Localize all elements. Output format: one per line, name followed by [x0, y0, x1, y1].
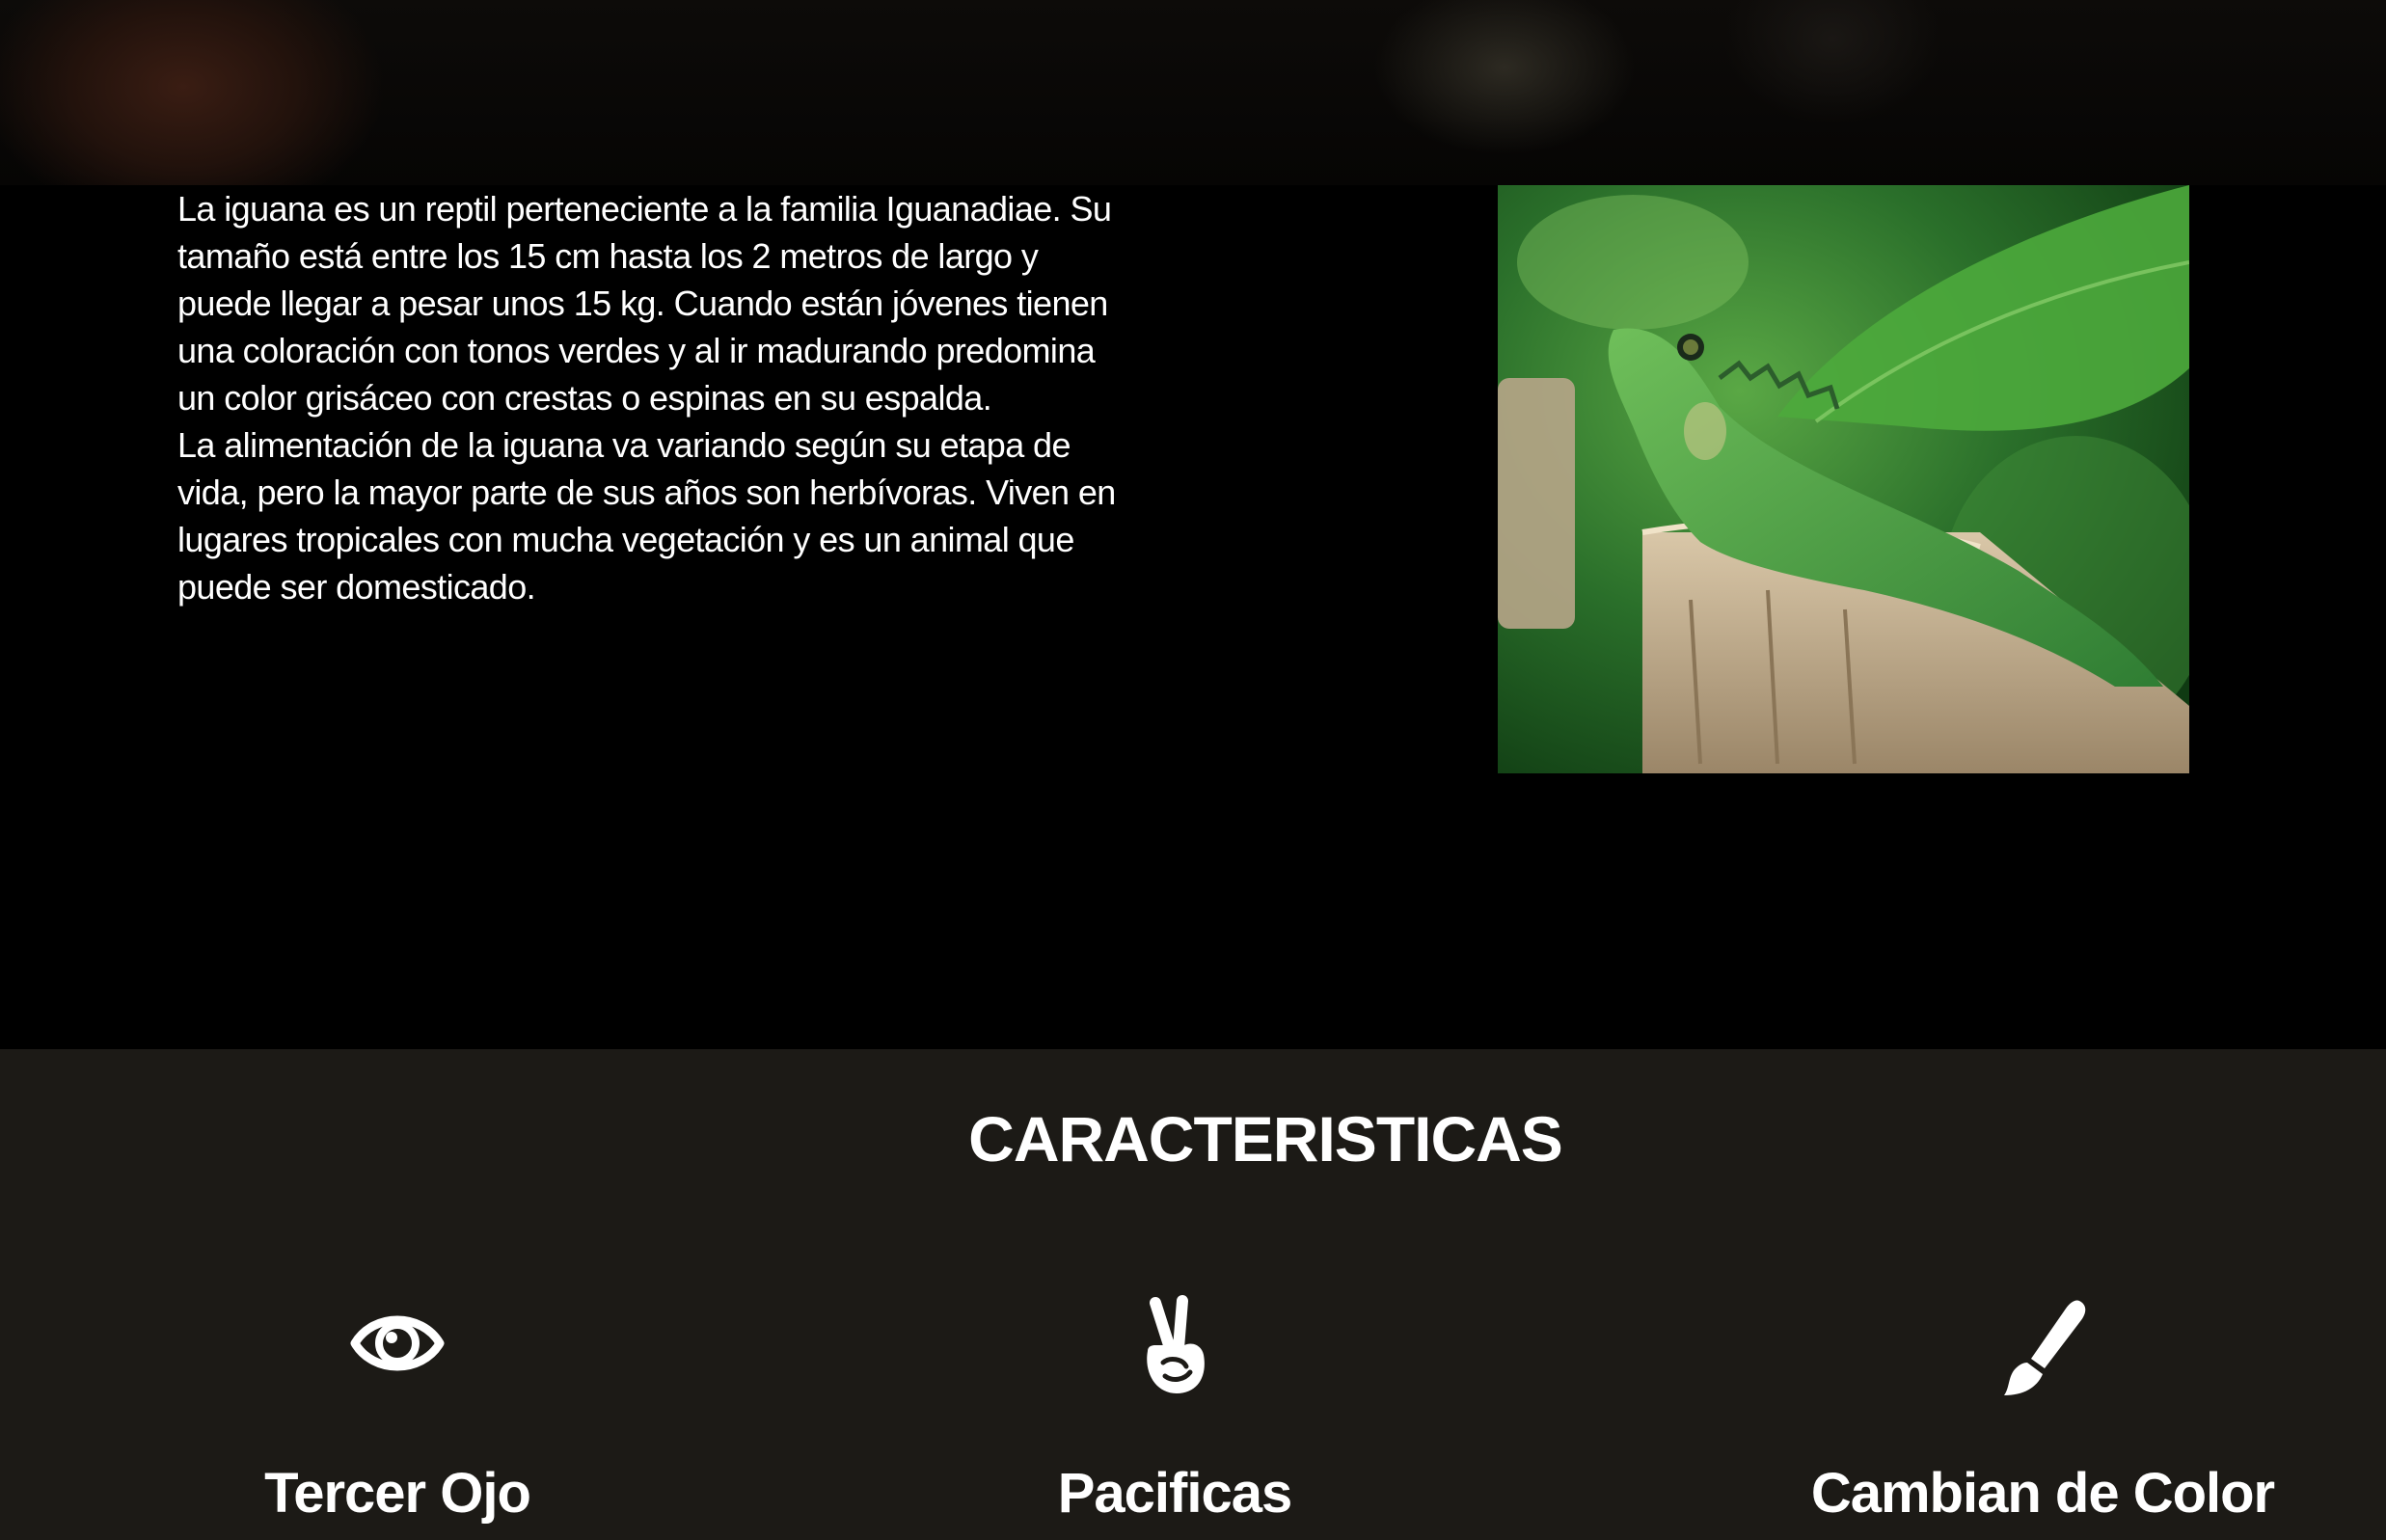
feature-cambian-de-color: Cambian de Color — [1753, 1295, 2332, 1526]
feature-label: Tercer Ojo — [264, 1462, 531, 1525]
iguana-photo — [1498, 185, 2189, 773]
eye-icon — [108, 1295, 687, 1401]
intro-paragraph-2: La alimentación de la iguana va variando… — [177, 425, 1116, 607]
hero-background-strip — [0, 0, 2386, 185]
paintbrush-icon — [1753, 1295, 2332, 1401]
feature-pacificas: Pacificas — [885, 1295, 1464, 1526]
peace-hand-icon — [885, 1295, 1464, 1401]
intro-paragraph-1: La iguana es un reptil perteneciente a l… — [177, 189, 1112, 418]
features-title: CARACTERISTICAS — [968, 1103, 1563, 1175]
intro-text: La iguana es un reptil perteneciente a l… — [177, 185, 1123, 610]
feature-label: Pacificas — [1057, 1462, 1293, 1525]
feature-tercer-ojo: Tercer Ojo — [108, 1295, 687, 1526]
features-section: CARACTERISTICAS Tercer Ojo Pacificas Cam… — [0, 1049, 2386, 1540]
feature-label: Cambian de Color — [1810, 1462, 2275, 1525]
intro-section: La iguana es un reptil perteneciente a l… — [0, 185, 2386, 1049]
